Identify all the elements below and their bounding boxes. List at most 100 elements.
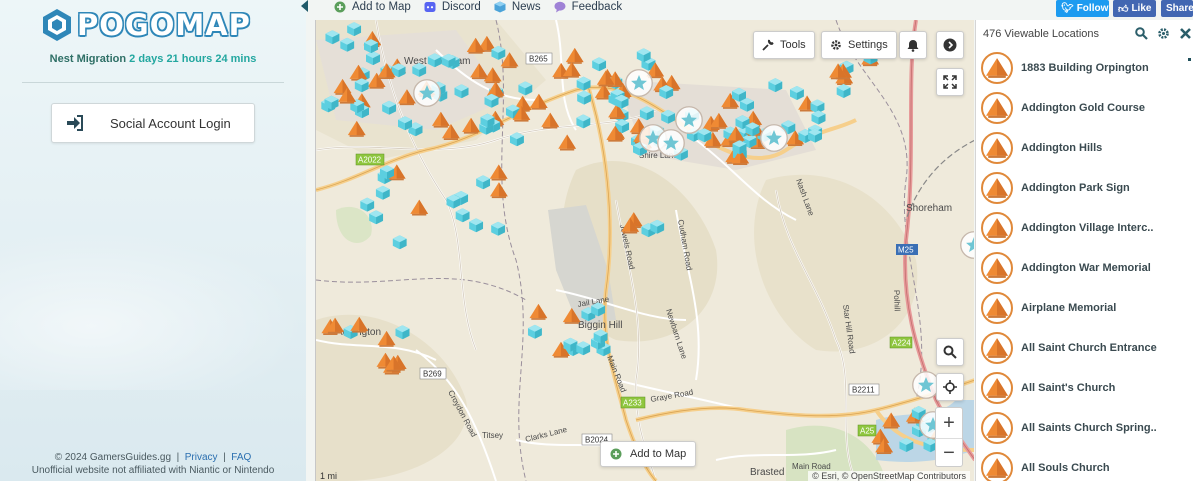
divider — [22, 82, 284, 83]
bell-icon — [907, 39, 919, 52]
gym-icon — [981, 292, 1013, 324]
tools-button[interactable]: Tools — [753, 31, 815, 59]
thumbs-up-icon: 👍︎ — [1118, 3, 1129, 15]
location-item[interactable]: All Saint's Church — [976, 368, 1193, 408]
next-button[interactable] — [936, 31, 964, 59]
map-base-layer[interactable]: A2022 A233 A224 A25 B269 B265 B2024 B221… — [316, 20, 974, 481]
panel-settings-icon[interactable] — [1156, 26, 1171, 41]
top-nav: Add to Map Discord News Feedback — [316, 0, 635, 14]
nav-label: Discord — [441, 1, 481, 13]
road-label-b269: B269 — [423, 370, 442, 379]
location-name: Addington Gold Course — [1021, 102, 1146, 114]
search-icon — [943, 345, 957, 359]
social-login-label: Social Account Login — [110, 115, 231, 131]
twitter-bird-icon: 🐦︎ — [1061, 3, 1074, 14]
facebook-like-button[interactable]: 👍︎ Like — [1113, 0, 1156, 17]
fullscreen-button[interactable] — [936, 68, 964, 96]
disclaimer-text: Unofficial website not affiliated with N… — [31, 465, 275, 476]
road-label-a2022: A2022 — [358, 156, 382, 165]
nav-label: Feedback — [571, 1, 623, 13]
location-item[interactable]: All Saint Church Entrance — [976, 328, 1193, 368]
add-to-map-label: Add to Map — [630, 448, 687, 460]
social-login-button[interactable]: Social Account Login — [51, 103, 255, 143]
add-to-map-button[interactable]: Add to Map — [600, 441, 697, 467]
place-label-brasted: Brasted — [750, 467, 784, 478]
settings-label: Settings — [848, 39, 888, 51]
location-item[interactable]: 1883 Building Orpington — [976, 48, 1193, 88]
location-item[interactable]: Airplane Memorial — [976, 288, 1193, 328]
settings-button[interactable]: Settings — [821, 31, 897, 59]
facebook-share-button[interactable]: Share — [1161, 0, 1193, 17]
facebook-like-label: Like — [1131, 3, 1152, 14]
locate-button[interactable] — [936, 373, 964, 401]
twitter-follow-label: Follow — [1076, 3, 1109, 14]
twitter-follow-button[interactable]: 🐦︎ Follow — [1056, 0, 1109, 17]
plus-circle-icon — [334, 1, 346, 13]
gym-icon — [981, 332, 1013, 364]
location-item[interactable]: Addington War Memorial — [976, 248, 1193, 288]
collapse-sidebar-icon[interactable] — [300, 0, 310, 12]
chevron-right-circle-icon — [943, 38, 957, 52]
locations-panel: 476 Viewable Locations 1883 Building Orp… — [975, 20, 1193, 481]
location-item[interactable]: Addington Village Interc.. — [976, 208, 1193, 248]
location-item[interactable]: Addington Gold Course — [976, 88, 1193, 128]
panel-header: 476 Viewable Locations — [976, 20, 1193, 48]
nest-migration-timer: Nest Migration 2 days 21 hours 24 mins — [0, 53, 306, 65]
nav-add-to-map[interactable]: Add to Map — [334, 1, 411, 13]
plus-circle-icon — [610, 448, 622, 460]
featured-gym-marker[interactable] — [657, 129, 685, 157]
scrollbar-thumb[interactable] — [1188, 58, 1191, 61]
location-name: All Souls Church — [1021, 462, 1110, 474]
place-label-biggin-hill: Biggin Hill — [578, 320, 622, 331]
map-attribution: © Esri, © OpenStreetMap Contributors — [808, 471, 970, 481]
map[interactable]: A2022 A233 A224 A25 B269 B265 B2024 B221… — [315, 20, 974, 481]
discord-icon — [424, 2, 436, 12]
road-label-a25: A25 — [860, 427, 875, 436]
location-name: Addington Park Sign — [1021, 182, 1130, 194]
location-item[interactable]: All Souls Church — [976, 448, 1193, 481]
notifications-button[interactable] — [899, 31, 927, 59]
nav-news[interactable]: News — [494, 1, 541, 13]
featured-gym-marker[interactable] — [760, 124, 788, 152]
search-map-button[interactable] — [936, 338, 964, 366]
place-label-shoreham: Shoreham — [906, 203, 952, 214]
wrench-icon — [762, 39, 774, 51]
faq-link[interactable]: FAQ — [231, 452, 251, 463]
zoom-in-button[interactable]: + — [936, 408, 962, 438]
gym-icon — [981, 452, 1013, 481]
search-locations-icon[interactable] — [1134, 26, 1149, 41]
close-panel-icon[interactable] — [1178, 26, 1193, 41]
location-name: Addington War Memorial — [1021, 262, 1151, 274]
featured-gym-marker[interactable] — [413, 79, 441, 107]
location-name: Airplane Memorial — [1021, 302, 1117, 314]
location-name: All Saints Church Spring.. — [1021, 422, 1157, 434]
sign-in-icon — [67, 115, 83, 131]
gym-icon — [981, 92, 1013, 124]
location-item[interactable]: Addington Park Sign — [976, 168, 1193, 208]
gym-icon — [981, 412, 1013, 444]
road-label-a224: A224 — [892, 339, 911, 348]
road-label-a233: A233 — [623, 399, 642, 408]
privacy-link[interactable]: Privacy — [185, 452, 218, 463]
tools-label: Tools — [780, 39, 806, 51]
street-label-main-road: Main Road — [792, 462, 831, 471]
gym-icon — [981, 52, 1013, 84]
location-name: All Saint's Church — [1021, 382, 1116, 394]
gym-icon — [981, 252, 1013, 284]
location-item[interactable]: Addington Hills — [976, 128, 1193, 168]
place-label-titsey: Titsey — [482, 431, 503, 440]
zoom-out-button[interactable]: − — [936, 438, 962, 468]
featured-gym-marker[interactable] — [625, 69, 653, 97]
featured-gym-marker[interactable] — [675, 106, 703, 134]
location-count: 476 Viewable Locations — [983, 28, 1099, 40]
nav-label: Add to Map — [352, 1, 411, 13]
crosshair-icon — [943, 380, 957, 394]
brand-logo[interactable]: POGOMAP — [41, 8, 251, 42]
location-item[interactable]: All Saints Church Spring.. — [976, 408, 1193, 448]
nav-feedback[interactable]: Feedback — [554, 1, 623, 13]
nav-discord[interactable]: Discord — [424, 1, 481, 13]
nest-label: Nest Migration — [49, 53, 127, 65]
sidebar: POGOMAP Nest Migration 2 days 21 hours 2… — [0, 0, 306, 481]
gym-icon — [981, 212, 1013, 244]
gym-icon — [981, 132, 1013, 164]
